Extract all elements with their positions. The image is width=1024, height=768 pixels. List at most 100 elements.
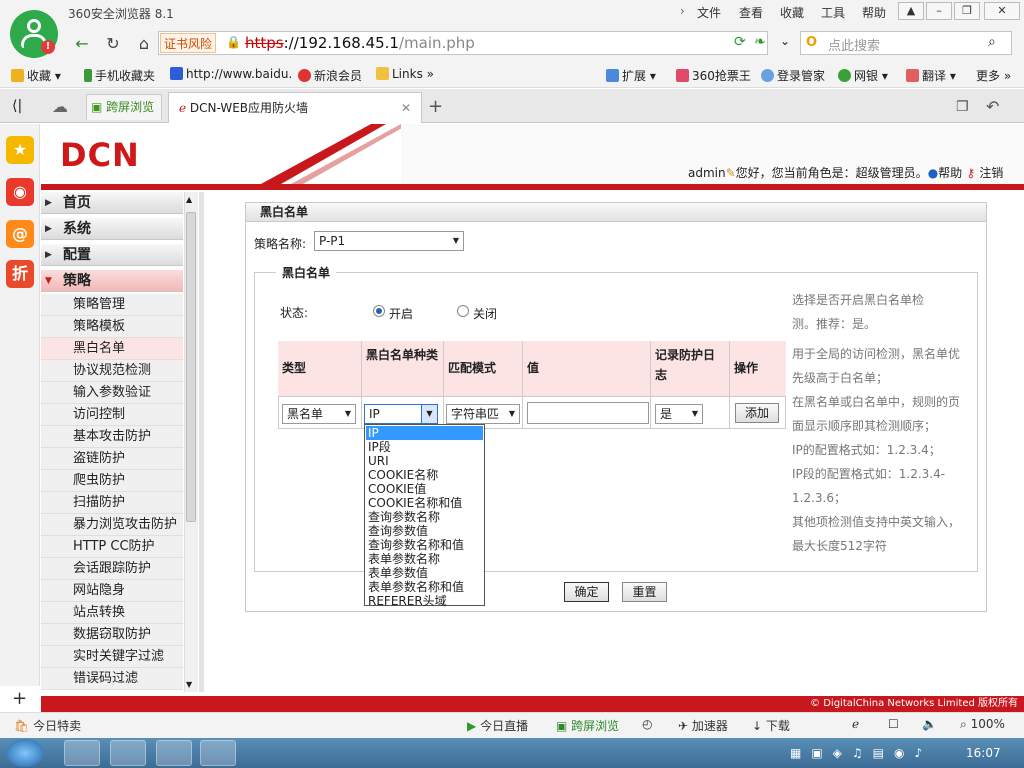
accelerator[interactable]: ✈ 加速器 — [678, 717, 728, 734]
pin-icon[interactable]: ▲ — [898, 2, 924, 20]
dropdown-option[interactable]: 查询参数名称 — [366, 510, 483, 524]
menu-help[interactable]: 帮助 — [862, 4, 886, 21]
translate[interactable]: 翻译 ▾ — [906, 67, 956, 84]
nav-sub-item[interactable]: 输入参数验证 — [41, 382, 183, 404]
nav-sub-item[interactable]: 暴力浏览攻击防护 — [41, 514, 183, 536]
back-icon[interactable]: ← — [70, 33, 94, 55]
nav-sub-item[interactable]: 实时关键字过滤 — [41, 646, 183, 668]
nav-sub-item[interactable]: 扫描防护 — [41, 492, 183, 514]
home-icon[interactable]: ⌂ — [132, 33, 156, 55]
undo-icon[interactable]: ↶ — [986, 97, 999, 116]
nav-policy[interactable]: ▼ 策略 — [41, 270, 183, 292]
url-text[interactable]: https://192.168.45.1/main.php — [245, 34, 475, 52]
split-browse[interactable]: ▣ 跨屏浏览 — [556, 717, 619, 734]
nav-sub-item[interactable]: 策略模板 — [41, 316, 183, 338]
minimize-button[interactable]: – — [926, 2, 952, 20]
nav-home[interactable]: ▶ 首页 — [41, 192, 183, 214]
close-tab-icon[interactable]: ✕ — [401, 93, 411, 123]
leaf-icon[interactable]: ❧ — [754, 34, 766, 50]
chevron-right-icon[interactable]: › — [680, 4, 685, 18]
logout-link[interactable]: 注销 — [979, 166, 1003, 180]
search-engine-icon[interactable]: O — [806, 35, 817, 50]
kind-select[interactable]: IP ▼ — [364, 404, 438, 424]
scroll-up-icon[interactable]: ▲ — [186, 195, 192, 204]
nav-sub-item[interactable]: 会话跟踪防护 — [41, 558, 183, 580]
dropdown-option[interactable]: REFERER头域 — [366, 594, 483, 608]
dropdown-option[interactable]: 表单参数名称和值 — [366, 580, 483, 594]
nav-sub-item[interactable]: 站点转换 — [41, 602, 183, 624]
login-manager[interactable]: 登录管家 — [761, 67, 825, 84]
mail-icon[interactable]: @ — [6, 220, 34, 248]
sidebar-toggle-icon[interactable]: ⟨| — [12, 98, 22, 114]
menu-file[interactable]: 文件 — [697, 4, 721, 21]
taskbar-folder-icon[interactable] — [200, 740, 236, 766]
taskbar-browser-icon[interactable] — [64, 740, 100, 766]
live-stream[interactable]: ▶ 今日直播 — [467, 717, 528, 734]
bookmark-mobile[interactable]: 手机收藏夹 — [84, 67, 155, 84]
bookmark-links[interactable]: Links » — [376, 67, 434, 81]
scroll-down-icon[interactable]: ▼ — [186, 680, 192, 689]
radio-enable[interactable] — [373, 305, 385, 317]
reset-button[interactable]: 重置 — [622, 582, 667, 602]
dropdown-option[interactable]: IP — [366, 426, 483, 440]
policy-select[interactable]: P-P1 ▼ — [314, 231, 464, 251]
ticket-app[interactable]: 360抢票王 — [676, 67, 751, 84]
extensions-menu[interactable]: 扩展 ▾ — [606, 67, 656, 84]
discount-icon[interactable]: 折 — [6, 260, 34, 288]
menu-tools[interactable]: 工具 — [821, 4, 845, 21]
dropdown-option[interactable]: 查询参数名称和值 — [366, 538, 483, 552]
taskbar-word-icon[interactable] — [110, 740, 146, 766]
menu-view[interactable]: 查看 — [739, 4, 763, 21]
tab-dcn-waf[interactable]: ℯ DCN-WEB应用防火墙 ✕ — [168, 92, 422, 123]
add-icon[interactable]: + — [12, 688, 27, 709]
downloads[interactable]: ↓ 下载 — [752, 717, 790, 734]
value-input[interactable] — [527, 402, 649, 424]
nav-sub-item[interactable]: 访问控制 — [41, 404, 183, 426]
nav-scroll-thumb[interactable] — [186, 212, 196, 522]
kind-dropdown-list[interactable]: IP IP段 URI COOKIE名称 COOKIE值 COOKIE名称和值 查询参数名称查… — [364, 424, 485, 608]
nav-config[interactable]: ▶ 配置 — [41, 244, 183, 266]
refresh-icon[interactable]: ↻ — [101, 33, 125, 55]
ie-icon[interactable]: ℯ — [852, 717, 859, 731]
new-tab-icon[interactable]: + — [428, 96, 443, 117]
add-button[interactable]: 添加 — [735, 403, 779, 423]
clock-icon[interactable]: ◴ — [642, 717, 652, 731]
maximize-button[interactable]: ❐ — [954, 2, 980, 20]
more-menu[interactable]: 更多 » — [976, 67, 1011, 84]
dropdown-option[interactable]: IP段 — [366, 440, 483, 454]
help-link[interactable]: 帮助 — [938, 166, 962, 180]
dropdown-option[interactable]: 查询参数值 — [366, 524, 483, 538]
cloud-icon[interactable]: ☁ — [52, 97, 68, 116]
log-select[interactable]: 是 ▼ — [655, 404, 703, 424]
sound-icon[interactable]: 🔈 — [922, 717, 937, 731]
dropdown-option[interactable]: COOKIE值 — [366, 482, 483, 496]
chevron-down-icon[interactable]: ⌄ — [780, 34, 790, 48]
nav-sub-item[interactable]: 协议规范检测 — [41, 360, 183, 382]
zoom-level[interactable]: ⌕ 100% — [960, 717, 1005, 732]
bookmark-favorites[interactable]: 收藏 ▾ — [11, 67, 61, 84]
daily-sale[interactable]: 🛍 今日特卖 — [14, 717, 81, 734]
type-select[interactable]: 黑名单 ▼ — [282, 404, 356, 424]
tray-icons[interactable]: ▦▣◈♫▤◉♪ — [790, 746, 932, 760]
browser-logo-icon[interactable]: ! — [10, 10, 58, 58]
dropdown-option[interactable]: COOKIE名称 — [366, 468, 483, 482]
dropdown-option[interactable]: URI — [366, 454, 483, 468]
nav-sub-item[interactable]: 爬虫防护 — [41, 470, 183, 492]
tab-split-browse[interactable]: ▣ 跨屏浏览 — [86, 94, 162, 120]
cert-warning-badge[interactable]: 证书风险 — [160, 33, 217, 53]
nav-system[interactable]: ▶ 系统 — [41, 218, 183, 240]
nav-sub-item[interactable]: 黑白名单 — [41, 338, 183, 360]
dropdown-option[interactable]: 表单参数名称 — [366, 552, 483, 566]
window-icon[interactable]: ☐ — [888, 717, 899, 731]
start-button[interactable] — [6, 739, 44, 767]
nav-sub-item[interactable]: 数据窃取防护 — [41, 624, 183, 646]
match-select[interactable]: 字符串匹 ▼ — [446, 404, 520, 424]
nav-sub-item[interactable]: 盗链防护 — [41, 448, 183, 470]
nav-sub-item[interactable]: 策略管理 — [41, 294, 183, 316]
nav-sub-item[interactable]: HTTP CC防护 — [41, 536, 183, 558]
search-icon[interactable]: ⌕ — [988, 34, 996, 50]
close-button[interactable]: ✕ — [984, 2, 1020, 20]
nav-sub-item[interactable]: 网站隐身 — [41, 580, 183, 602]
dropdown-option[interactable]: COOKIE名称和值 — [366, 496, 483, 510]
menu-favorites[interactable]: 收藏 — [780, 4, 804, 21]
